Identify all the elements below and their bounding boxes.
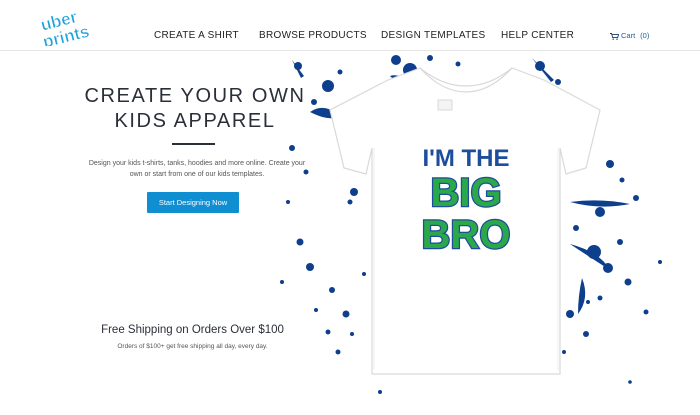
- site-header: uber prints CREATE A SHIRT BROWSE PRODUC…: [0, 0, 700, 51]
- title-divider: [172, 143, 215, 145]
- shirt-text-line1: I'M THE: [422, 145, 509, 172]
- shirt-text-line2: BIG: [430, 171, 501, 215]
- nav-browse-products[interactable]: BROWSE PRODUCTS: [259, 0, 367, 50]
- cart-count: (0): [640, 31, 650, 40]
- cart-link[interactable]: Cart (0): [610, 31, 649, 40]
- shirt-text-line3: BRO: [422, 213, 511, 257]
- nav-label: CREATE A SHIRT: [154, 30, 239, 41]
- start-designing-button[interactable]: Start Designing Now: [147, 192, 239, 213]
- kids-shirt-hero-image: I'M THE BIG BRO: [270, 52, 700, 415]
- hero-title-line2: KIDS APPAREL: [114, 110, 276, 132]
- free-shipping-title: Free Shipping on Orders Over $100: [101, 324, 284, 336]
- nav-help-center[interactable]: HELP CENTER: [501, 0, 574, 50]
- hero-title: CREATE YOUR OWN KIDS APPAREL: [80, 84, 310, 134]
- uberprints-logo[interactable]: uber prints: [34, 6, 106, 46]
- cart-icon: [610, 32, 619, 40]
- cart-label: Cart: [621, 31, 636, 40]
- nav-design-templates[interactable]: DESIGN TEMPLATES: [381, 0, 485, 50]
- free-shipping-subtitle: Orders of $100+ get free shipping all da…: [117, 343, 268, 350]
- nav-create-a-shirt[interactable]: CREATE A SHIRT: [154, 0, 239, 50]
- hero-title-line1: CREATE YOUR OWN: [84, 85, 306, 107]
- hero-subtitle: Design your kids t-shirts, tanks, hoodie…: [88, 160, 306, 178]
